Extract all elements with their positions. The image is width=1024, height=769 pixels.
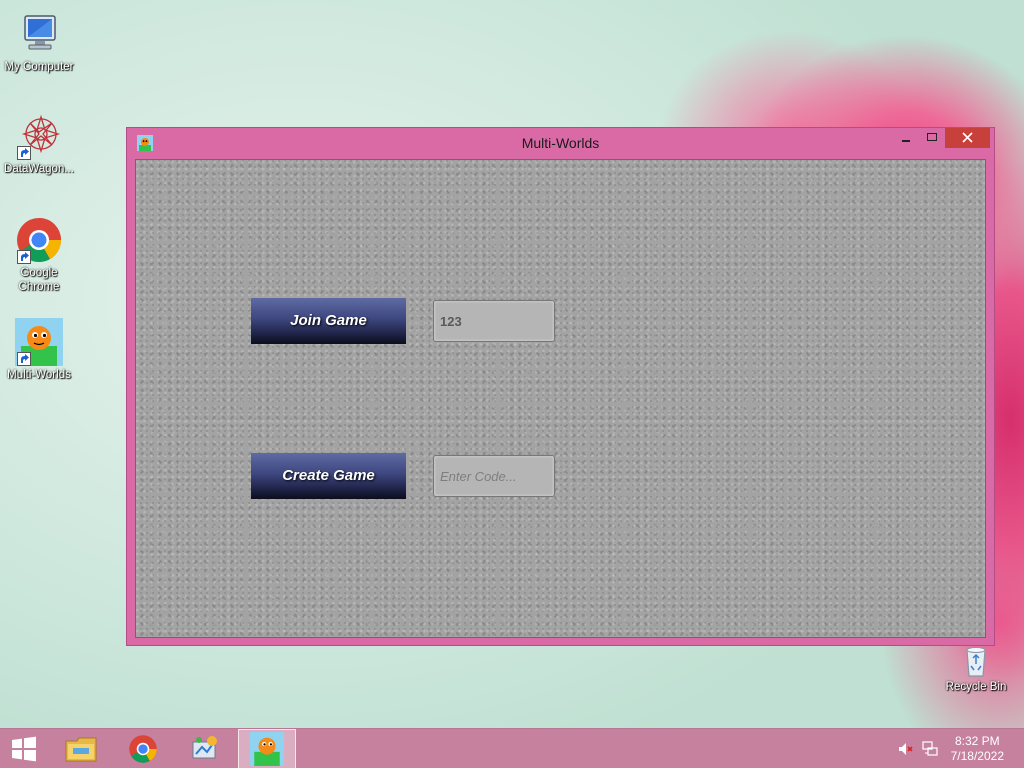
tray-clock[interactable]: 8:32 PM 7/18/2022	[951, 734, 1004, 764]
minimize-button[interactable]	[893, 128, 919, 148]
close-button[interactable]	[945, 128, 990, 148]
start-button[interactable]	[0, 729, 48, 769]
desktop: My Computer DataWagon... Google Chrome M…	[0, 0, 1024, 728]
computer-icon	[15, 10, 63, 58]
maximize-icon	[927, 133, 937, 141]
desktop-icon-label: Google Chrome	[18, 267, 60, 293]
recycle-bin-icon	[959, 644, 993, 678]
taskbar-file-explorer[interactable]	[52, 729, 110, 769]
control-panel-icon	[192, 736, 217, 759]
join-game-button[interactable]: Join Game	[251, 298, 406, 344]
chrome-icon	[15, 216, 63, 264]
maximize-button[interactable]	[919, 128, 945, 148]
taskbar-control-panel[interactable]	[176, 729, 234, 769]
taskbar-chrome[interactable]	[114, 729, 172, 769]
title-bar[interactable]: Multi-Worlds	[127, 128, 994, 158]
volume-muted-icon[interactable]	[898, 741, 914, 757]
game-menu-panel: Join Game Create Game	[135, 159, 986, 638]
desktop-icon-google-chrome[interactable]: Google Chrome	[0, 216, 78, 294]
close-icon	[962, 132, 973, 143]
shortcut-arrow-icon	[17, 352, 31, 366]
multi-worlds-icon	[250, 732, 284, 766]
desktop-icon-datawagon[interactable]: DataWagon...	[0, 112, 78, 176]
create-code-input[interactable]	[433, 455, 555, 497]
clock-date: 7/18/2022	[950, 749, 1004, 763]
datawagon-icon	[15, 112, 63, 160]
multi-worlds-icon	[15, 318, 63, 366]
create-game-button[interactable]: Create Game	[251, 453, 406, 499]
clock-time: 8:32 PM	[954, 734, 1000, 748]
app-window: Multi-Worlds Join Game Create Game	[126, 127, 995, 646]
join-code-input[interactable]	[433, 300, 555, 342]
desktop-icon-label: DataWagon...	[4, 163, 74, 175]
chrome-icon	[129, 735, 157, 763]
windows-start-icon	[12, 736, 36, 762]
desktop-icon-recycle-bin[interactable]: Recycle Bin	[936, 644, 1016, 694]
shortcut-arrow-icon	[17, 146, 31, 160]
desktop-icon-label: My Computer	[4, 61, 74, 73]
minimize-icon	[902, 140, 910, 142]
shortcut-arrow-icon	[17, 250, 31, 264]
taskbar: 8:32 PM 7/18/2022	[0, 728, 1024, 769]
file-explorer-icon	[65, 737, 97, 762]
desktop-icon-multi-worlds[interactable]: Multi-Worlds	[0, 318, 78, 382]
network-icon[interactable]	[922, 741, 938, 757]
desktop-icon-label: Recycle Bin	[945, 681, 1007, 693]
taskbar-multi-worlds[interactable]	[238, 729, 296, 769]
desktop-icon-my-computer[interactable]: My Computer	[0, 10, 78, 74]
desktop-icon-label: Multi-Worlds	[7, 369, 71, 381]
window-title: Multi-Worlds	[521, 135, 600, 151]
